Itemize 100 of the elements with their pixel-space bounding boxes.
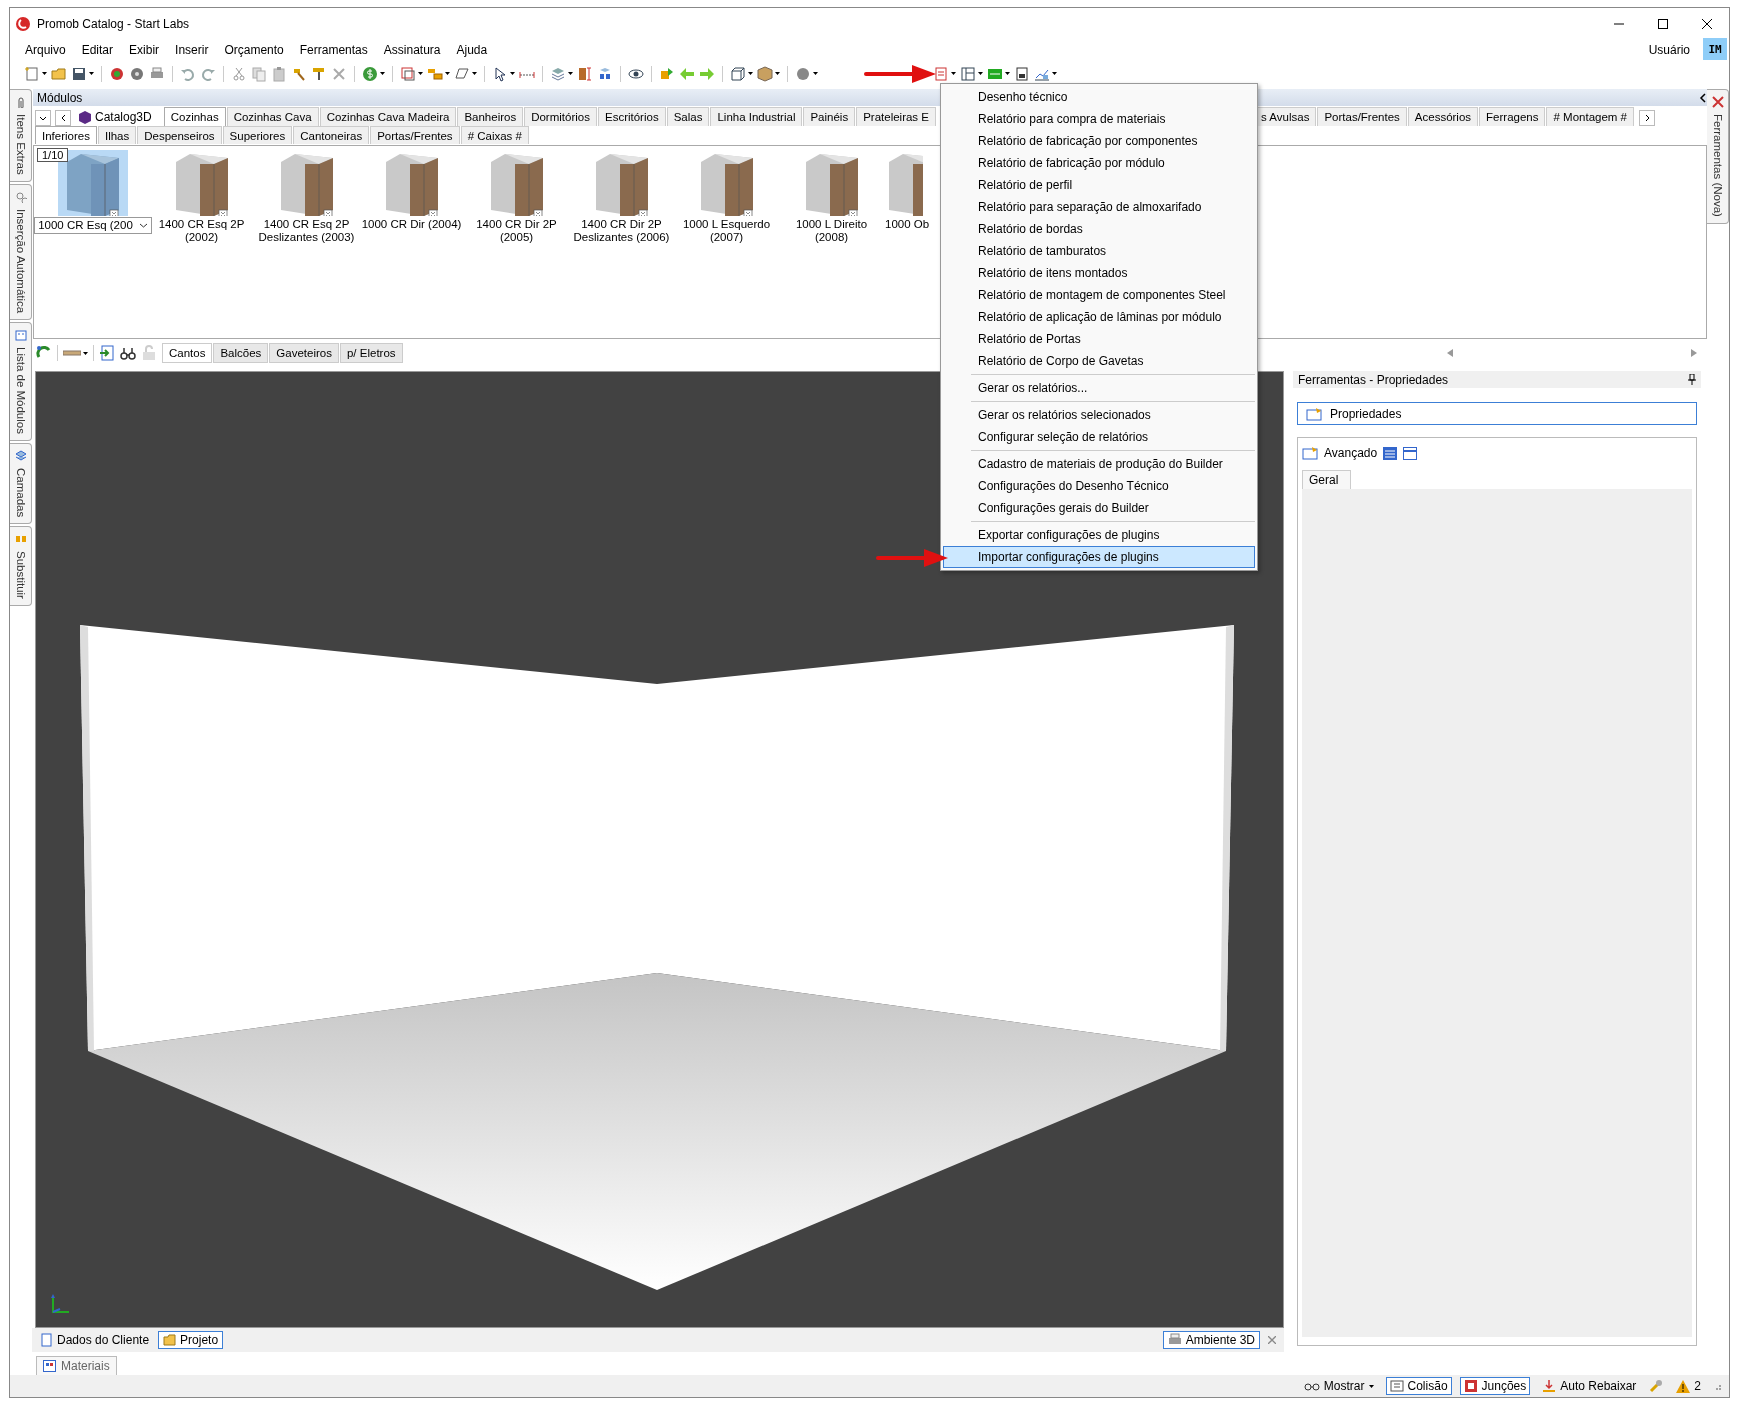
caret-icon[interactable] bbox=[775, 72, 780, 75]
menu-item[interactable]: Configurações do Desenho Técnico bbox=[943, 475, 1255, 497]
status-toggle[interactable]: Auto Rebaixar bbox=[1538, 1377, 1641, 1395]
caret-icon[interactable] bbox=[445, 72, 450, 75]
caret-icon[interactable] bbox=[418, 72, 423, 75]
subcategory-tab[interactable]: Ilhas bbox=[97, 126, 137, 144]
menu-item[interactable]: Ajuda bbox=[448, 41, 496, 59]
caret-icon[interactable] bbox=[813, 72, 818, 75]
bottom-tab[interactable]: Materiais bbox=[36, 1356, 117, 1375]
subcategory-tab[interactable]: Despenseiros bbox=[137, 126, 222, 144]
user-label[interactable]: Usuário bbox=[1648, 43, 1690, 57]
category-tab[interactable]: # Montagem # bbox=[1546, 107, 1634, 126]
dock-tab[interactable]: Inserção Automática bbox=[10, 183, 32, 320]
pin-icon[interactable] bbox=[1688, 374, 1696, 385]
category-tab[interactable]: Escritórios bbox=[597, 107, 666, 126]
document-icon[interactable] bbox=[1014, 65, 1030, 82]
menu-item[interactable]: Arquivo bbox=[17, 41, 74, 59]
caret-icon[interactable] bbox=[748, 72, 753, 75]
menu-item[interactable]: Relatório para separação de almoxarifado bbox=[943, 196, 1255, 218]
status-toggle[interactable]: Junções bbox=[1459, 1377, 1531, 1395]
menu-item[interactable]: Gerar os relatórios selecionados bbox=[943, 404, 1255, 426]
subcategory-tab[interactable]: Cantoneiras bbox=[293, 126, 370, 144]
document-tab[interactable]: Dados do Cliente bbox=[35, 1331, 155, 1349]
dollar-icon[interactable] bbox=[362, 65, 378, 82]
maximize-icon[interactable] bbox=[1658, 18, 1668, 29]
category-tab[interactable]: Linha Industrial bbox=[710, 107, 803, 126]
menu-item[interactable]: Relatório de aplicação de lâminas por módulo bbox=[943, 306, 1255, 328]
box-arrow-icon[interactable] bbox=[659, 65, 675, 82]
menu-item[interactable]: Ferramentas bbox=[291, 41, 376, 59]
cube-icon[interactable] bbox=[757, 65, 773, 82]
caret-icon[interactable] bbox=[42, 72, 47, 75]
menu-item[interactable]: Relatório de montagem de componentes Steel bbox=[943, 284, 1255, 306]
category-tab[interactable]: Salas bbox=[666, 107, 710, 126]
scroll-left-icon[interactable] bbox=[1447, 349, 1453, 357]
menu-item[interactable]: Importar configurações de plugins bbox=[943, 546, 1255, 568]
panel-icon[interactable] bbox=[960, 65, 976, 82]
menu-item[interactable]: Relatório de Portas bbox=[943, 328, 1255, 350]
door-height-icon[interactable] bbox=[577, 65, 593, 82]
caret-icon[interactable] bbox=[510, 72, 515, 75]
warning-indicator[interactable]: 2 bbox=[1672, 1377, 1705, 1395]
menu-item[interactable]: Editar bbox=[73, 41, 122, 59]
category-tab[interactable]: Portas/Frentes bbox=[1317, 107, 1407, 126]
menu-item[interactable]: Configurações gerais do Builder bbox=[943, 497, 1255, 519]
dropdown-button[interactable] bbox=[35, 110, 51, 126]
paint-roller-icon[interactable] bbox=[311, 65, 327, 82]
chevron-left-icon[interactable] bbox=[1699, 92, 1707, 103]
menu-item[interactable]: Relatório para compra de materiais bbox=[943, 108, 1255, 130]
dock-tab[interactable]: Ferramentas (Nova) bbox=[1707, 89, 1729, 224]
caret-icon[interactable] bbox=[472, 72, 477, 75]
binoculars-icon[interactable] bbox=[120, 345, 136, 361]
caret-icon[interactable] bbox=[1005, 72, 1010, 75]
caret-icon[interactable] bbox=[89, 72, 94, 75]
dock-tab[interactable]: Substituir bbox=[10, 526, 32, 607]
subcategory-tab[interactable]: Portas/Frentes bbox=[370, 126, 460, 144]
catalog-name[interactable]: Catalog3D bbox=[95, 110, 152, 124]
menu-item[interactable]: Relatório de fabricação por componentes bbox=[943, 130, 1255, 152]
menu-item[interactable]: Relatório de itens montados bbox=[943, 262, 1255, 284]
caret-icon[interactable] bbox=[83, 351, 88, 355]
caret-icon[interactable] bbox=[568, 72, 573, 75]
shape-icon[interactable] bbox=[454, 65, 470, 82]
scroll-right-icon[interactable] bbox=[1691, 349, 1697, 357]
category-tab[interactable]: Prateleiras E bbox=[856, 107, 936, 126]
cube-frame-icon[interactable] bbox=[730, 65, 746, 82]
menu-item[interactable]: Gerar os relatórios... bbox=[943, 377, 1255, 399]
list-view-icon[interactable] bbox=[1383, 446, 1398, 460]
resize-grip-icon[interactable] bbox=[1713, 1382, 1721, 1390]
menu-item[interactable]: Orçamento bbox=[216, 41, 292, 59]
dock-tab[interactable]: Camadas bbox=[10, 442, 32, 525]
menu-item[interactable]: Exibir bbox=[121, 41, 168, 59]
menu-item[interactable]: Relatório de Corpo de Gavetas bbox=[943, 350, 1255, 372]
caret-icon[interactable] bbox=[978, 72, 983, 75]
subcategory-tab[interactable]: Inferiores bbox=[35, 126, 97, 144]
category-tab[interactable]: Painéis bbox=[803, 107, 856, 126]
dock-tab[interactable]: Itens Extras bbox=[10, 89, 32, 182]
subcategory-tab[interactable]: Superiores bbox=[222, 126, 293, 144]
grid-view-icon[interactable] bbox=[1403, 446, 1418, 460]
scroll-left-button[interactable] bbox=[55, 110, 71, 126]
menu-item[interactable]: Inserir bbox=[167, 41, 217, 59]
filter-tab[interactable]: Gaveteiros bbox=[269, 343, 339, 363]
user-avatar[interactable]: IM bbox=[1703, 38, 1727, 60]
document-tab[interactable]: Projeto bbox=[158, 1331, 224, 1349]
menu-item[interactable]: Relatório de bordas bbox=[943, 218, 1255, 240]
menu-item[interactable]: Desenho técnico bbox=[943, 86, 1255, 108]
dock-tab[interactable]: Lista de Módulos bbox=[10, 321, 32, 441]
properties-button[interactable]: Propriedades bbox=[1297, 402, 1697, 425]
category-tab[interactable]: Dormitórios bbox=[524, 107, 597, 126]
bar-icon[interactable] bbox=[63, 349, 81, 357]
show-dropdown[interactable]: Mostrar bbox=[1299, 1377, 1378, 1395]
status-toggle[interactable]: Colisão bbox=[1385, 1377, 1452, 1395]
paste-icon[interactable] bbox=[271, 65, 287, 82]
import-icon[interactable] bbox=[99, 345, 115, 361]
caret-icon[interactable] bbox=[380, 72, 385, 75]
view-tab[interactable]: Ambiente 3D bbox=[1162, 1331, 1260, 1349]
menu-item[interactable]: Cadastro de materiais de produção do Builder bbox=[943, 453, 1255, 475]
save-icon[interactable] bbox=[71, 65, 87, 82]
menu-item[interactable]: Assinatura bbox=[375, 41, 449, 59]
pointer-icon[interactable] bbox=[492, 65, 508, 82]
menu-item[interactable]: Relatório de perfil bbox=[943, 174, 1255, 196]
menu-item[interactable]: Relatório de fabricação por módulo bbox=[943, 152, 1255, 174]
caret-icon[interactable] bbox=[1052, 72, 1057, 75]
